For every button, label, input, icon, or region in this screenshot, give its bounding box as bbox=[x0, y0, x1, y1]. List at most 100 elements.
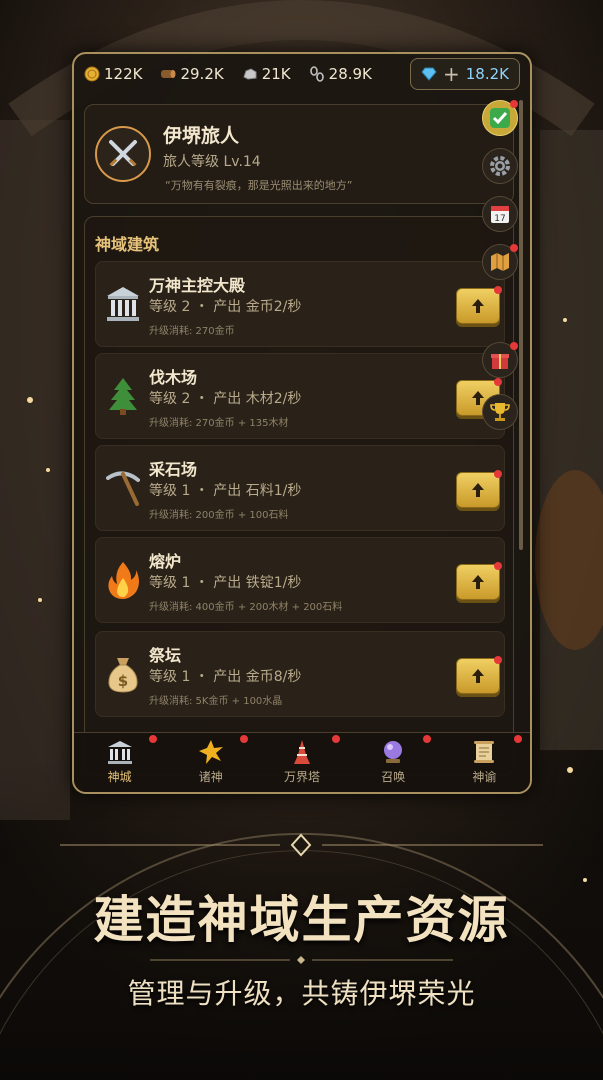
iron-chain-icon bbox=[309, 66, 324, 82]
player-name: 伊堺旅人 bbox=[163, 125, 240, 147]
diamond-icon bbox=[421, 67, 437, 81]
upgrade-button[interactable] bbox=[456, 472, 500, 508]
promo-subline: 管理与升级，共铸伊堺荣光 bbox=[127, 977, 476, 1010]
buildings-section: 神域建筑 万神主控大殿 等级 2 ・ 产出 金币2/秒 升级消耗: 270金币 … bbox=[84, 216, 514, 776]
building-name: 采石场 bbox=[149, 460, 198, 479]
up-arrow-icon bbox=[472, 299, 484, 313]
gold-coin-icon bbox=[84, 66, 100, 82]
gold-resource: 122K bbox=[84, 65, 142, 83]
up-arrow-icon bbox=[472, 669, 484, 683]
building-name: 祭坛 bbox=[149, 646, 182, 665]
wood-log-icon bbox=[161, 70, 176, 78]
notification-dot bbox=[422, 735, 431, 743]
settings-button[interactable] bbox=[482, 148, 518, 184]
upgrade-button[interactable] bbox=[456, 658, 500, 694]
checkmark-icon bbox=[490, 108, 510, 128]
iron-amount: 28.9K bbox=[328, 65, 372, 83]
calendar-day: 17 bbox=[494, 214, 505, 224]
player-quote: “万物有有裂痕，那是光照出来的地方” bbox=[165, 179, 353, 192]
bottom-nav: 神城 诸神 万界塔 召唤 神谕 bbox=[74, 732, 530, 792]
notification-dot bbox=[510, 342, 518, 350]
tower-icon bbox=[294, 740, 310, 764]
profile-card[interactable]: 伊堺旅人 旅人等级 Lv.14 “万物有有裂痕，那是光照出来的地方” bbox=[84, 104, 514, 204]
pickaxe-icon bbox=[106, 471, 140, 506]
temple-icon bbox=[107, 287, 139, 321]
upgrade-button[interactable] bbox=[456, 564, 500, 600]
stone-icon bbox=[243, 68, 257, 80]
nav-item-gods[interactable]: 诸神 bbox=[165, 733, 256, 792]
nav-label: 万界塔 bbox=[284, 770, 321, 784]
section-title: 神域建筑 bbox=[95, 235, 160, 254]
upgrade-button[interactable] bbox=[456, 288, 500, 324]
gift-icon bbox=[491, 354, 509, 369]
gem-amount: 18.2K bbox=[465, 65, 509, 83]
trophy-button[interactable] bbox=[482, 394, 518, 430]
building-info: 等级 1 ・ 产出 金币8/秒 bbox=[149, 669, 302, 685]
nav-item-summon[interactable]: 召唤 bbox=[348, 733, 439, 792]
notification-dot bbox=[510, 244, 518, 252]
building-info: 等级 1 ・ 产出 石料1/秒 bbox=[149, 483, 302, 499]
building-cost: 升级消耗: 270金币 bbox=[149, 326, 235, 337]
resource-bar: 122K 29.2K 21K 28.9K + 18.2K bbox=[74, 54, 530, 94]
building-cost: 升级消耗: 200金币 + 100石料 bbox=[149, 510, 289, 521]
up-arrow-icon bbox=[472, 575, 484, 589]
building-cost: 升级消耗: 5K金币 + 100水晶 bbox=[149, 696, 283, 707]
building-name: 伐木场 bbox=[149, 368, 198, 387]
building-info: 等级 1 ・ 产出 铁锭1/秒 bbox=[149, 575, 302, 591]
svg-text:$: $ bbox=[118, 672, 128, 690]
notification-dot bbox=[494, 562, 502, 570]
building-row: 伐木场 等级 2 ・ 产出 木材2/秒 升级消耗: 270金币 + 135木材 bbox=[95, 353, 505, 439]
building-name: 熔炉 bbox=[149, 552, 182, 571]
notification-dot bbox=[494, 286, 502, 294]
gear-icon bbox=[490, 156, 510, 176]
fire-icon bbox=[108, 562, 139, 599]
scrollbar[interactable] bbox=[519, 100, 523, 550]
player-level: 旅人等级 Lv.14 bbox=[163, 154, 261, 170]
gem-purchase-button[interactable]: + 18.2K bbox=[409, 58, 520, 90]
nav-item-oracle[interactable]: 神谕 bbox=[439, 733, 530, 792]
gold-amount: 122K bbox=[104, 65, 143, 83]
notification-dot bbox=[514, 735, 523, 743]
nav-label: 诸神 bbox=[198, 770, 223, 784]
wood-resource: 29.2K bbox=[160, 65, 224, 83]
calendar-icon: 17 bbox=[491, 206, 509, 224]
nav-label: 神谕 bbox=[472, 770, 497, 784]
notification-dot bbox=[494, 470, 502, 478]
stone-resource: 21K bbox=[242, 65, 291, 83]
temple-icon bbox=[107, 741, 132, 764]
crystal-ball-icon bbox=[384, 741, 403, 763]
stone-amount: 21K bbox=[261, 65, 291, 83]
building-row: 采石场 等级 1 ・ 产出 石料1/秒 升级消耗: 200金币 + 100石料 bbox=[95, 445, 505, 531]
notification-dot bbox=[149, 735, 158, 743]
money-bag-icon: $ bbox=[108, 658, 138, 693]
avatar[interactable] bbox=[95, 126, 151, 182]
up-arrow-icon bbox=[472, 483, 484, 497]
building-name: 万神主控大殿 bbox=[149, 276, 246, 295]
building-cost: 升级消耗: 270金币 + 135木材 bbox=[149, 418, 289, 429]
nav-label: 神城 bbox=[107, 770, 132, 784]
promo-headline: 建造神域生产资源 bbox=[93, 890, 510, 949]
building-row: 熔炉 等级 1 ・ 产出 铁锭1/秒 升级消耗: 400金币 + 200木材 +… bbox=[95, 537, 505, 623]
building-info: 等级 2 ・ 产出 金币2/秒 bbox=[149, 299, 302, 315]
building-row: 万神主控大殿 等级 2 ・ 产出 金币2/秒 升级消耗: 270金币 bbox=[95, 261, 505, 347]
ornament-ring bbox=[0, 833, 603, 1035]
notification-dot bbox=[331, 735, 340, 743]
iron-resource: 28.9K bbox=[309, 65, 372, 83]
notification-dot bbox=[494, 378, 502, 386]
building-info: 等级 2 ・ 产出 木材2/秒 bbox=[149, 391, 302, 407]
building-cost: 升级消耗: 400金币 + 200木材 + 200石料 bbox=[149, 602, 343, 613]
crossed-swords-icon bbox=[109, 140, 137, 167]
nav-item-tower[interactable]: 万界塔 bbox=[256, 733, 347, 792]
nav-item-city[interactable]: 神城 bbox=[74, 733, 165, 792]
notification-dot bbox=[494, 656, 502, 664]
notification-dot bbox=[510, 100, 518, 108]
tree-icon bbox=[109, 378, 137, 415]
star-burst-icon bbox=[198, 740, 223, 764]
nav-label: 召唤 bbox=[381, 770, 406, 784]
scroll-icon bbox=[474, 741, 495, 763]
trophy-icon bbox=[490, 403, 510, 421]
plus-icon: + bbox=[442, 62, 460, 86]
notification-dot bbox=[240, 735, 249, 743]
calendar-button[interactable]: 17 bbox=[482, 196, 518, 232]
wood-amount: 29.2K bbox=[180, 65, 224, 83]
